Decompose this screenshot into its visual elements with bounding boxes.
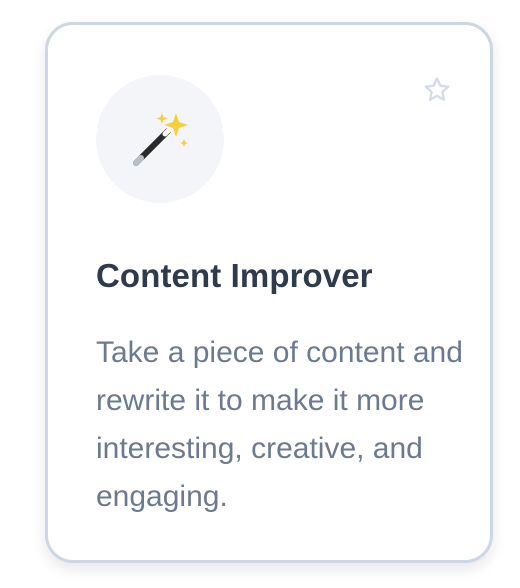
card-description: Take a piece of content and rewrite it t… <box>96 336 463 513</box>
content-improver-card[interactable]: Content Improver Take a piece of content… <box>45 22 493 563</box>
magic-wand-icon <box>133 113 188 166</box>
magic-wand-icon-container <box>96 75 224 203</box>
card-title: Content Improver <box>96 257 373 294</box>
favorite-star-icon[interactable] <box>422 75 452 105</box>
